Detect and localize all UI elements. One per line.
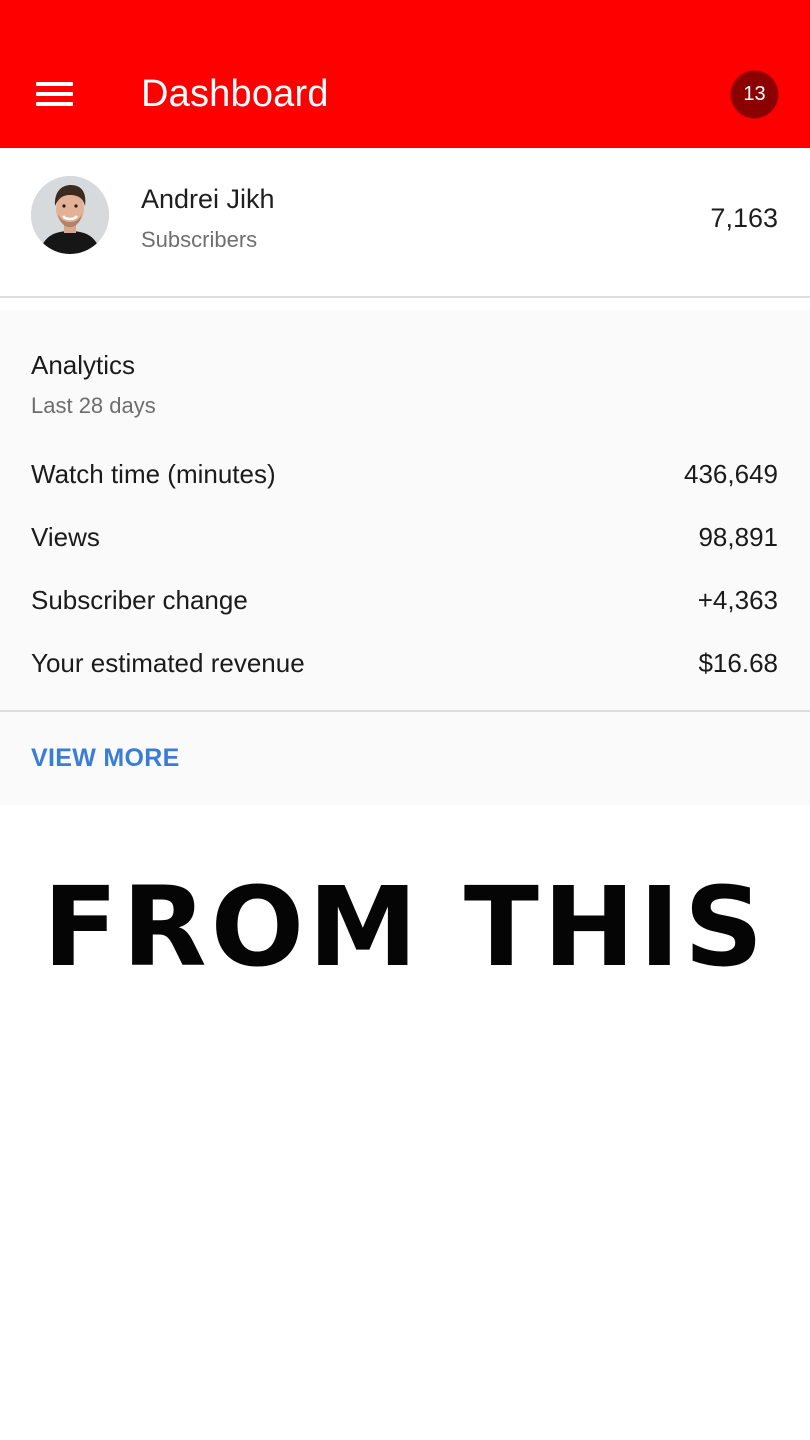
metric-label: Your estimated revenue (31, 648, 305, 678)
caption-text: FROM THIS (42, 863, 768, 991)
subscribers-label: Subscribers (141, 227, 258, 252)
view-more-button[interactable]: VIEW MORE (31, 742, 180, 774)
page-title: Dashboard (141, 73, 329, 115)
metric-value: $16.68 (698, 648, 778, 678)
avatar-photo (31, 176, 109, 254)
app-bar: Dashboard 13 (0, 0, 810, 148)
metric-value: 98,891 (698, 522, 778, 552)
metric-row-revenue: Your estimated revenue $16.68 (31, 643, 778, 683)
metric-value: 436,649 (684, 459, 778, 489)
metric-label: Subscriber change (31, 585, 248, 615)
channel-card[interactable]: Andrei Jikh Subscribers 7,163 (0, 148, 810, 298)
notification-badge[interactable]: 13 (731, 71, 778, 118)
metric-value: +4,363 (697, 585, 778, 615)
metric-label: Views (31, 522, 100, 552)
analytics-card: Analytics Last 28 days Watch time (minut… (0, 310, 810, 805)
metric-row-watch-time: Watch time (minutes) 436,649 (31, 454, 778, 494)
analytics-period: Last 28 days (31, 393, 156, 418)
analytics-title: Analytics (31, 350, 136, 380)
divider (0, 710, 810, 712)
subscribers-count: 7,163 (710, 203, 778, 233)
metric-row-views: Views 98,891 (31, 517, 778, 557)
metric-row-subscriber-change: Subscriber change +4,363 (31, 580, 778, 620)
metric-label: Watch time (minutes) (31, 459, 276, 489)
channel-name: Andrei Jikh (141, 184, 275, 214)
avatar (31, 176, 109, 254)
hamburger-menu-icon[interactable] (36, 80, 74, 108)
